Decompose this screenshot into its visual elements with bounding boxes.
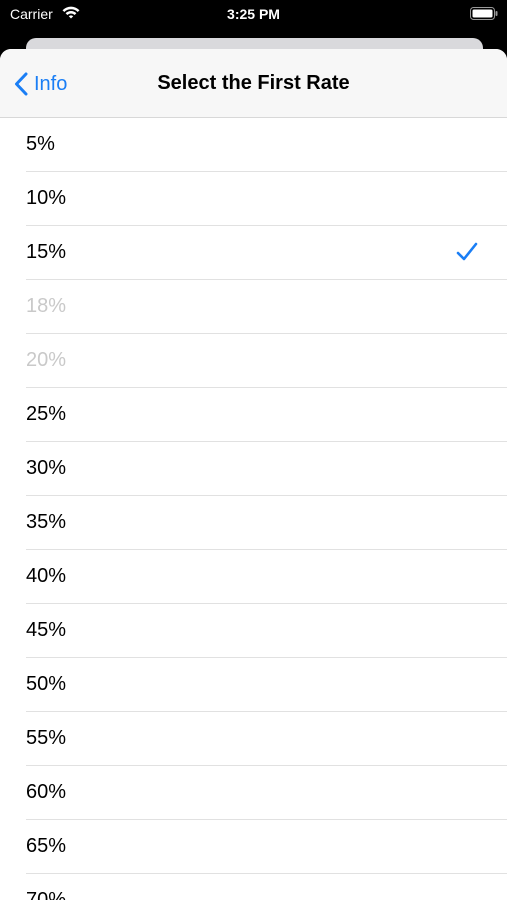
rate-option-label: 55% [26, 727, 67, 749]
rate-option-label: 25% [26, 403, 67, 425]
battery-icon [470, 7, 498, 20]
rate-option[interactable]: 70% [0, 874, 507, 900]
rate-option-label: 35% [26, 511, 67, 533]
rate-option[interactable]: 45% [0, 604, 507, 658]
rate-option-label: 65% [26, 835, 67, 857]
navigation-bar: Info Select the First Rate [0, 49, 507, 118]
rate-option-label: 18% [26, 295, 67, 317]
rate-option-label: 30% [26, 457, 67, 479]
rate-option[interactable]: 65% [0, 820, 507, 874]
checkmark-icon [456, 242, 478, 261]
status-bar: Carrier 3:25 PM [0, 0, 507, 30]
rate-option-label: 15% [26, 241, 67, 263]
rate-option[interactable]: 30% [0, 442, 507, 496]
rate-option-label: 45% [26, 619, 67, 641]
rate-option[interactable]: 60% [0, 766, 507, 820]
rate-option-label: 10% [26, 187, 67, 209]
rate-option-label: 20% [26, 349, 67, 371]
status-time: 3:25 PM [227, 6, 280, 22]
rate-option-label: 70% [26, 889, 67, 900]
rate-option-label: 40% [26, 565, 67, 587]
rate-option[interactable]: 10% [0, 172, 507, 226]
rate-list: 5% 10% 15% 18% 20% 25% 30% 35% 40% 45% 50% 55% 60% 65… [0, 118, 507, 900]
rate-option[interactable]: 15% [0, 226, 507, 280]
page-title: Select the First Rate [157, 72, 350, 94]
rate-option: 20% [0, 334, 507, 388]
rate-option[interactable]: 5% [0, 118, 507, 172]
rate-option-label: 60% [26, 781, 67, 803]
rate-option[interactable]: 50% [0, 658, 507, 712]
rate-option-label: 50% [26, 673, 67, 695]
rate-option[interactable]: 40% [0, 550, 507, 604]
rate-option[interactable]: 35% [0, 496, 507, 550]
rate-option[interactable]: 55% [0, 712, 507, 766]
rate-option-label: 5% [26, 133, 55, 155]
rate-option[interactable]: 25% [0, 388, 507, 442]
rate-sheet: Info Select the First Rate 5% 10% 15% 18% 20… [0, 49, 507, 900]
rate-option: 18% [0, 280, 507, 334]
